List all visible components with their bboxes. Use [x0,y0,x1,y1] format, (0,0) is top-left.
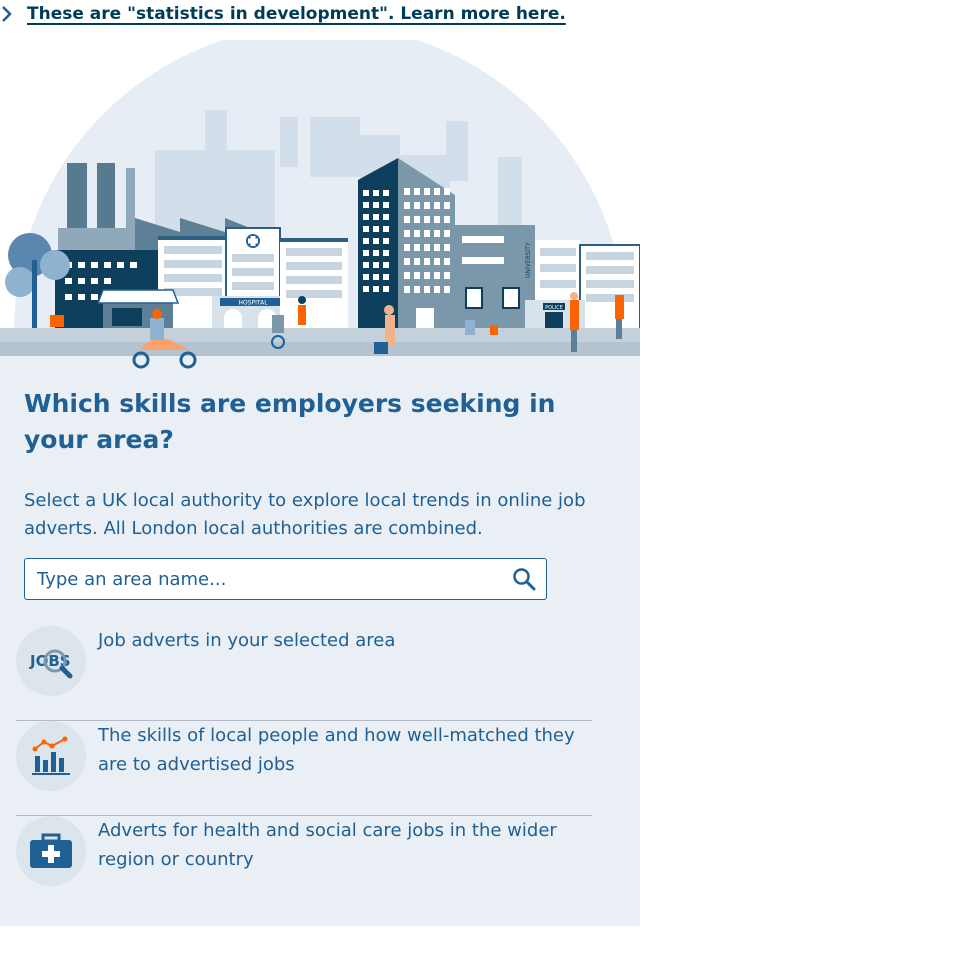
feature-text: The skills of local people and how well-… [98,725,575,775]
chevron-right-icon [2,6,12,22]
area-search-input[interactable] [35,560,512,598]
page-title: Which skills are employers seeking in yo… [24,389,556,454]
statistics-info-link-row[interactable]: These are "statistics in development". L… [0,2,566,26]
chart-icon [16,721,86,791]
university-sign: UNIVERSITY [525,242,532,278]
feature-text: Job adverts in your selected area [98,630,396,651]
jobs-search-icon: JOBS [16,626,86,696]
hospital-sign: HOSPITAL [238,300,268,307]
statistics-in-development-link[interactable]: These are "statistics in development". L… [27,4,566,24]
feature-job-adverts: JOBS Job adverts in your selected area [16,626,592,721]
feature-text: Adverts for health and social care jobs … [98,820,557,870]
search-icon[interactable] [512,567,536,591]
area-search-box [24,558,547,600]
city-illustration: HOSPITAL UNIVERSITY POLICE [0,40,640,369]
police-sign: POLICE [545,305,563,311]
feature-health-care: Adverts for health and social care jobs … [16,816,592,911]
intro-text: Select a UK local authority to explore l… [24,490,586,539]
feature-local-skills: The skills of local people and how well-… [16,721,592,816]
medical-bag-icon [16,816,86,886]
